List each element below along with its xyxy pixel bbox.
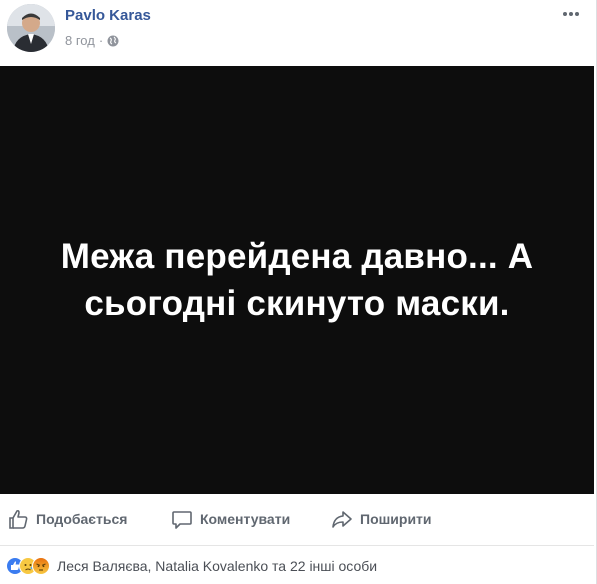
comment-icon <box>172 511 192 529</box>
globe-icon[interactable] <box>107 35 119 47</box>
thumbs-up-icon <box>9 509 28 529</box>
reaction-icons <box>6 557 50 575</box>
post-meta: 8 год · <box>65 33 119 48</box>
angry-icon <box>32 557 50 575</box>
like-button[interactable]: Подобається <box>7 503 127 535</box>
more-options-icon[interactable] <box>559 4 583 24</box>
post-time[interactable]: 8 год <box>65 33 95 48</box>
like-label: Подобається <box>36 511 128 527</box>
meta-separator: · <box>98 33 104 48</box>
share-button[interactable]: Поширити <box>331 503 432 535</box>
reactions-text[interactable]: Леся Валяєва, Natalia Kovalenko та 22 ін… <box>57 558 377 574</box>
post-actions: Подобається Коментувати Поширити <box>0 503 594 535</box>
post-header: Pavlo Karas 8 год · <box>0 0 597 66</box>
comment-label: Коментувати <box>200 511 291 527</box>
post-image[interactable]: Межа перейдена давно... А сьогодні скину… <box>0 66 594 494</box>
author-avatar[interactable] <box>7 4 55 52</box>
comment-button[interactable]: Коментувати <box>171 503 290 535</box>
author-name[interactable]: Pavlo Karas <box>65 7 151 24</box>
image-text: Межа перейдена давно... А сьогодні скину… <box>60 237 534 323</box>
share-icon <box>332 511 352 528</box>
divider <box>0 545 594 546</box>
share-label: Поширити <box>360 511 432 527</box>
facebook-post: Pavlo Karas 8 год · Межа перейдена давно… <box>0 0 597 584</box>
reactions-summary[interactable]: Леся Валяєва, Natalia Kovalenko та 22 ін… <box>6 555 377 577</box>
